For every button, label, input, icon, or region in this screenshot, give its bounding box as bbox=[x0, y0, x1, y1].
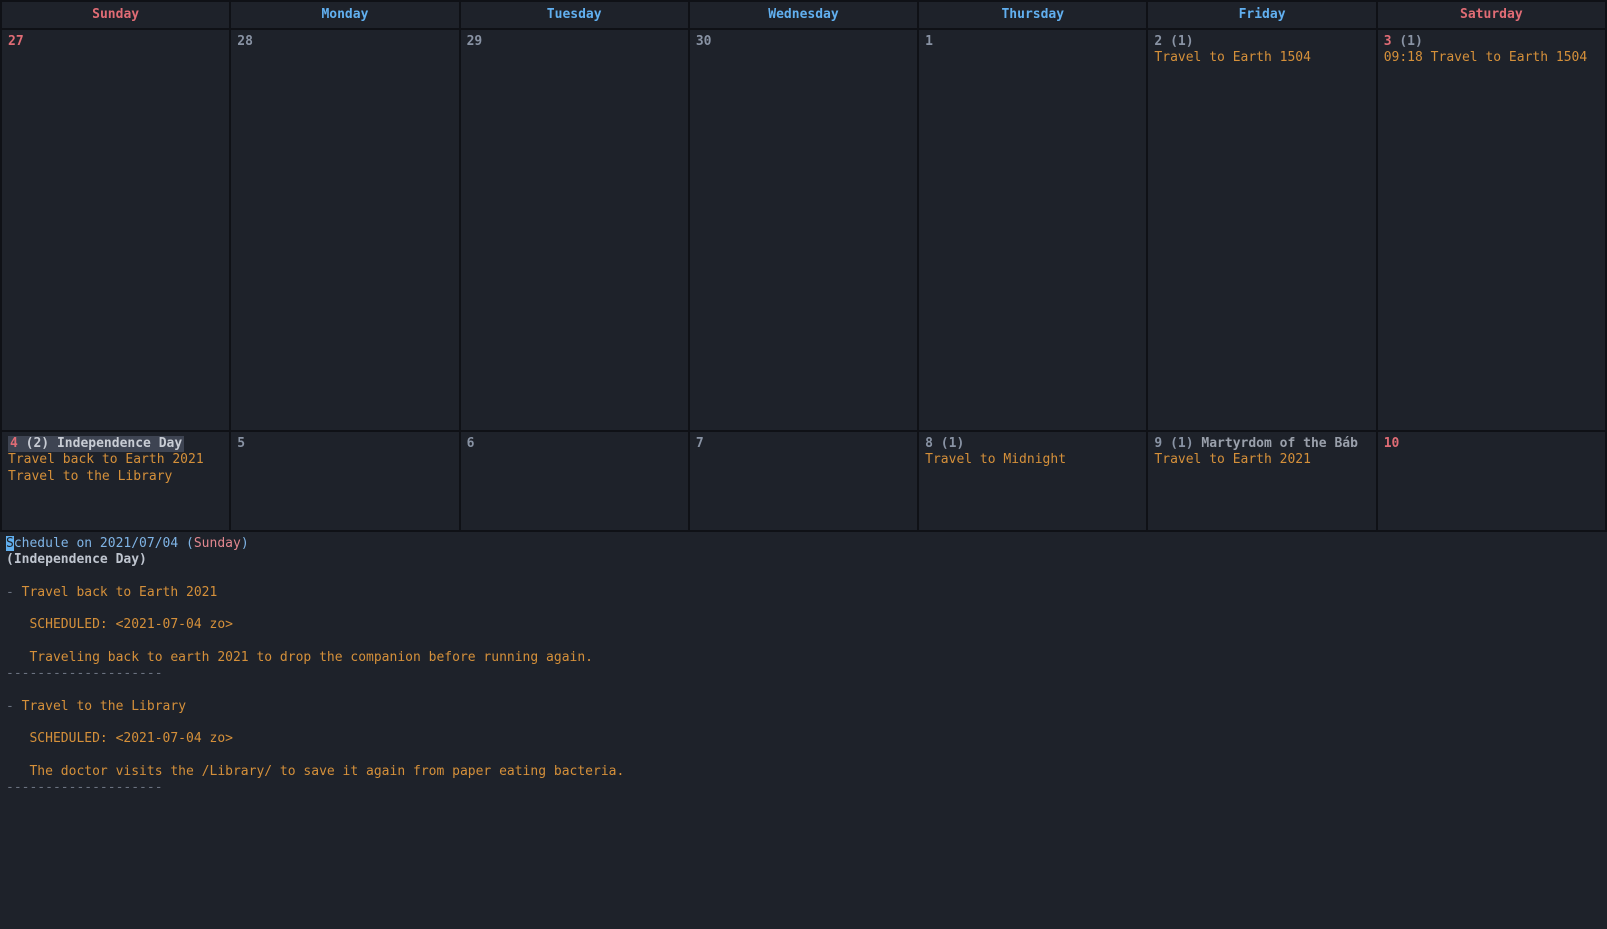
day-header-line: 3 (1) bbox=[1384, 34, 1599, 50]
day-number: 6 bbox=[467, 436, 475, 451]
calendar-event[interactable]: Travel to Earth 2021 bbox=[1154, 452, 1369, 468]
calendar-event[interactable]: Travel back to Earth 2021 bbox=[8, 452, 223, 468]
schedule-item-scheduled: SCHEDULED: <2021-07-04 zo> bbox=[6, 731, 1601, 747]
day-number: 8 bbox=[925, 436, 941, 451]
calendar-event[interactable]: Travel to Earth 1504 bbox=[1154, 50, 1369, 66]
day-number: 28 bbox=[237, 34, 253, 49]
day-number: 2 bbox=[1154, 34, 1170, 49]
schedule-item-title[interactable]: - Travel to the Library bbox=[6, 699, 1601, 715]
day-number: 29 bbox=[467, 34, 483, 49]
schedule-pane: Schedule on 2021/07/04 (Sunday)(Independ… bbox=[0, 532, 1607, 800]
day-number: 5 bbox=[237, 436, 245, 451]
day-header-monday: Monday bbox=[230, 1, 459, 29]
holiday-name: Independence Day bbox=[57, 436, 182, 451]
day-header-tuesday: Tuesday bbox=[460, 1, 689, 29]
schedule-divider: -------------------- bbox=[6, 666, 1601, 682]
calendar-app: SundayMondayTuesdayWednesdayThursdayFrid… bbox=[0, 0, 1607, 929]
calendar-event[interactable]: 09:18 Travel to Earth 1504 bbox=[1384, 50, 1599, 66]
day-cell[interactable]: 30 bbox=[689, 29, 918, 431]
day-header-line: 1 bbox=[925, 34, 1140, 50]
day-cell[interactable]: 5 bbox=[230, 431, 459, 531]
day-cell[interactable]: 9 (1) Martyrdom of the BábTravel to Eart… bbox=[1147, 431, 1376, 531]
event-count: (2) bbox=[26, 436, 57, 451]
day-number: 7 bbox=[696, 436, 704, 451]
day-cell[interactable]: 29 bbox=[460, 29, 689, 431]
schedule-item-scheduled: SCHEDULED: <2021-07-04 zo> bbox=[6, 617, 1601, 633]
day-header-line: 8 (1) bbox=[925, 436, 1140, 452]
schedule-item-body: Traveling back to earth 2021 to drop the… bbox=[6, 650, 1601, 666]
day-header-friday: Friday bbox=[1147, 1, 1376, 29]
day-number: 30 bbox=[696, 34, 712, 49]
day-header-line: 9 (1) Martyrdom of the Báb bbox=[1154, 436, 1369, 452]
schedule-item-body: The doctor visits the /Library/ to save … bbox=[6, 764, 1601, 780]
day-header-line: 27 bbox=[8, 34, 223, 50]
day-header-line: 7 bbox=[696, 436, 911, 452]
day-header-line: 2 (1) bbox=[1154, 34, 1369, 50]
day-header-line: 28 bbox=[237, 34, 452, 50]
day-header-sunday: Sunday bbox=[1, 1, 230, 29]
day-header-saturday: Saturday bbox=[1377, 1, 1606, 29]
day-number: 4 bbox=[10, 436, 26, 451]
calendar-event[interactable]: Travel to the Library bbox=[8, 469, 223, 485]
day-cell[interactable]: 1 bbox=[918, 29, 1147, 431]
event-count: (1) bbox=[1170, 34, 1193, 49]
day-header-line: 6 bbox=[467, 436, 682, 452]
day-header-line: 29 bbox=[467, 34, 682, 50]
event-count: (1) bbox=[1399, 34, 1422, 49]
day-number: 1 bbox=[925, 34, 933, 49]
day-cell[interactable]: 27 bbox=[1, 29, 230, 431]
day-cell[interactable]: 6 bbox=[460, 431, 689, 531]
cursor: S bbox=[6, 536, 14, 551]
calendar-grid: SundayMondayTuesdayWednesdayThursdayFrid… bbox=[0, 0, 1607, 532]
event-count: (1) bbox=[1170, 436, 1201, 451]
day-number: 27 bbox=[8, 34, 24, 49]
schedule-subtitle: (Independence Day) bbox=[6, 552, 1601, 568]
day-number: 9 bbox=[1154, 436, 1170, 451]
day-cell[interactable]: 7 bbox=[689, 431, 918, 531]
holiday-name: Martyrdom of the Báb bbox=[1201, 436, 1358, 451]
calendar-event[interactable]: Travel to Midnight bbox=[925, 452, 1140, 468]
day-header-line: 4 (2) Independence Day bbox=[8, 436, 223, 452]
day-number: 3 bbox=[1384, 34, 1400, 49]
day-number: 10 bbox=[1384, 436, 1400, 451]
day-header-line: 10 bbox=[1384, 436, 1599, 452]
day-cell[interactable]: 28 bbox=[230, 29, 459, 431]
day-cell[interactable]: 8 (1) Travel to Midnight bbox=[918, 431, 1147, 531]
schedule-title: Schedule on 2021/07/04 (Sunday) bbox=[6, 536, 1601, 552]
day-cell[interactable]: 3 (1) 09:18 Travel to Earth 1504 bbox=[1377, 29, 1606, 431]
day-cell[interactable]: 10 bbox=[1377, 431, 1606, 531]
schedule-item-title[interactable]: - Travel back to Earth 2021 bbox=[6, 585, 1601, 601]
day-header-wednesday: Wednesday bbox=[689, 1, 918, 29]
event-count: (1) bbox=[941, 436, 964, 451]
day-header-line: 5 bbox=[237, 436, 452, 452]
day-header-thursday: Thursday bbox=[918, 1, 1147, 29]
schedule-divider: -------------------- bbox=[6, 780, 1601, 796]
day-cell[interactable]: 4 (2) Independence Day Travel back to Ea… bbox=[1, 431, 230, 531]
day-header-line: 30 bbox=[696, 34, 911, 50]
day-cell[interactable]: 2 (1) Travel to Earth 1504 bbox=[1147, 29, 1376, 431]
